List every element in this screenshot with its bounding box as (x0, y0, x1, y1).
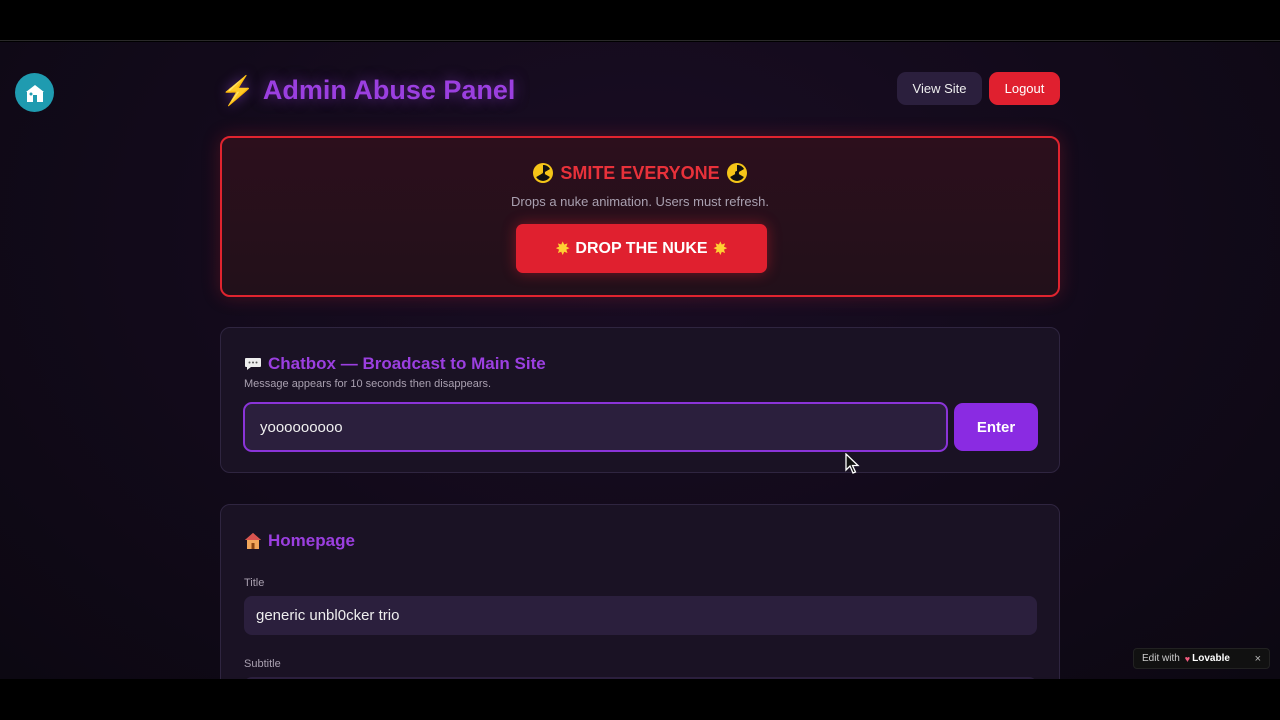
page-title-wrap: ⚡ Admin Abuse Panel (220, 74, 515, 107)
nuke-description: Drops a nuke animation. Users must refre… (511, 194, 769, 209)
lovable-logo: ♥ Lovable (1185, 653, 1230, 664)
close-icon[interactable]: × (1255, 653, 1261, 665)
collision-icon: ✸ (713, 240, 727, 258)
lightning-bolt-icon: ⚡ (220, 75, 255, 106)
video-bottom-bar (0, 679, 1280, 720)
title-label: Title (244, 577, 265, 589)
enter-button[interactable]: Enter (954, 403, 1038, 451)
site-logo-icon[interactable] (15, 73, 54, 112)
nuke-title: SMITE EVERYONE (560, 162, 720, 183)
video-top-bar (0, 0, 1280, 41)
heart-icon: ♥ (1184, 653, 1191, 664)
title-field[interactable]: generic unbl0cker trio (244, 596, 1037, 635)
chat-message-input[interactable] (243, 402, 948, 452)
radioactive-icon (533, 163, 554, 183)
lovable-badge-prefix: Edit with (1142, 653, 1180, 664)
nuke-card: SMITE EVERYONE Drops a nuke animation. U… (220, 136, 1060, 297)
chatbox-card: Chatbox — Broadcast to Main Site Message… (220, 327, 1060, 473)
lovable-brand: Lovable (1192, 653, 1230, 664)
homepage-card: Homepage Title generic unbl0cker trio Su… (220, 504, 1060, 679)
lovable-badge[interactable]: Edit with ♥ Lovable × (1133, 648, 1270, 669)
nuke-title-row: SMITE EVERYONE (222, 162, 1058, 184)
homepage-heading-label: Homepage (268, 531, 355, 550)
subtitle-label: Subtitle (244, 658, 281, 670)
speech-bubble-icon (245, 358, 261, 370)
chatbox-hint: Message appears for 10 seconds then disa… (244, 378, 492, 390)
house-icon (245, 533, 261, 549)
mouse-cursor-icon (845, 453, 860, 474)
collision-icon: ✸ (556, 240, 570, 258)
drop-nuke-label: DROP THE NUKE (575, 239, 708, 257)
radioactive-icon (726, 163, 747, 183)
chatbox-heading-label: Chatbox — Broadcast to Main Site (268, 354, 546, 373)
admin-page: ⚡ Admin Abuse Panel View Site Logout SMI… (0, 42, 1280, 679)
homepage-heading: Homepage (244, 531, 355, 551)
chatbox-heading: Chatbox — Broadcast to Main Site (244, 354, 546, 374)
drop-nuke-button[interactable]: ✸ DROP THE NUKE ✸ (516, 224, 767, 273)
page-title: Admin Abuse Panel (262, 75, 516, 105)
page-header: ⚡ Admin Abuse Panel View Site Logout (220, 70, 1060, 110)
view-site-button[interactable]: View Site (897, 72, 982, 105)
logout-button[interactable]: Logout (989, 72, 1060, 105)
